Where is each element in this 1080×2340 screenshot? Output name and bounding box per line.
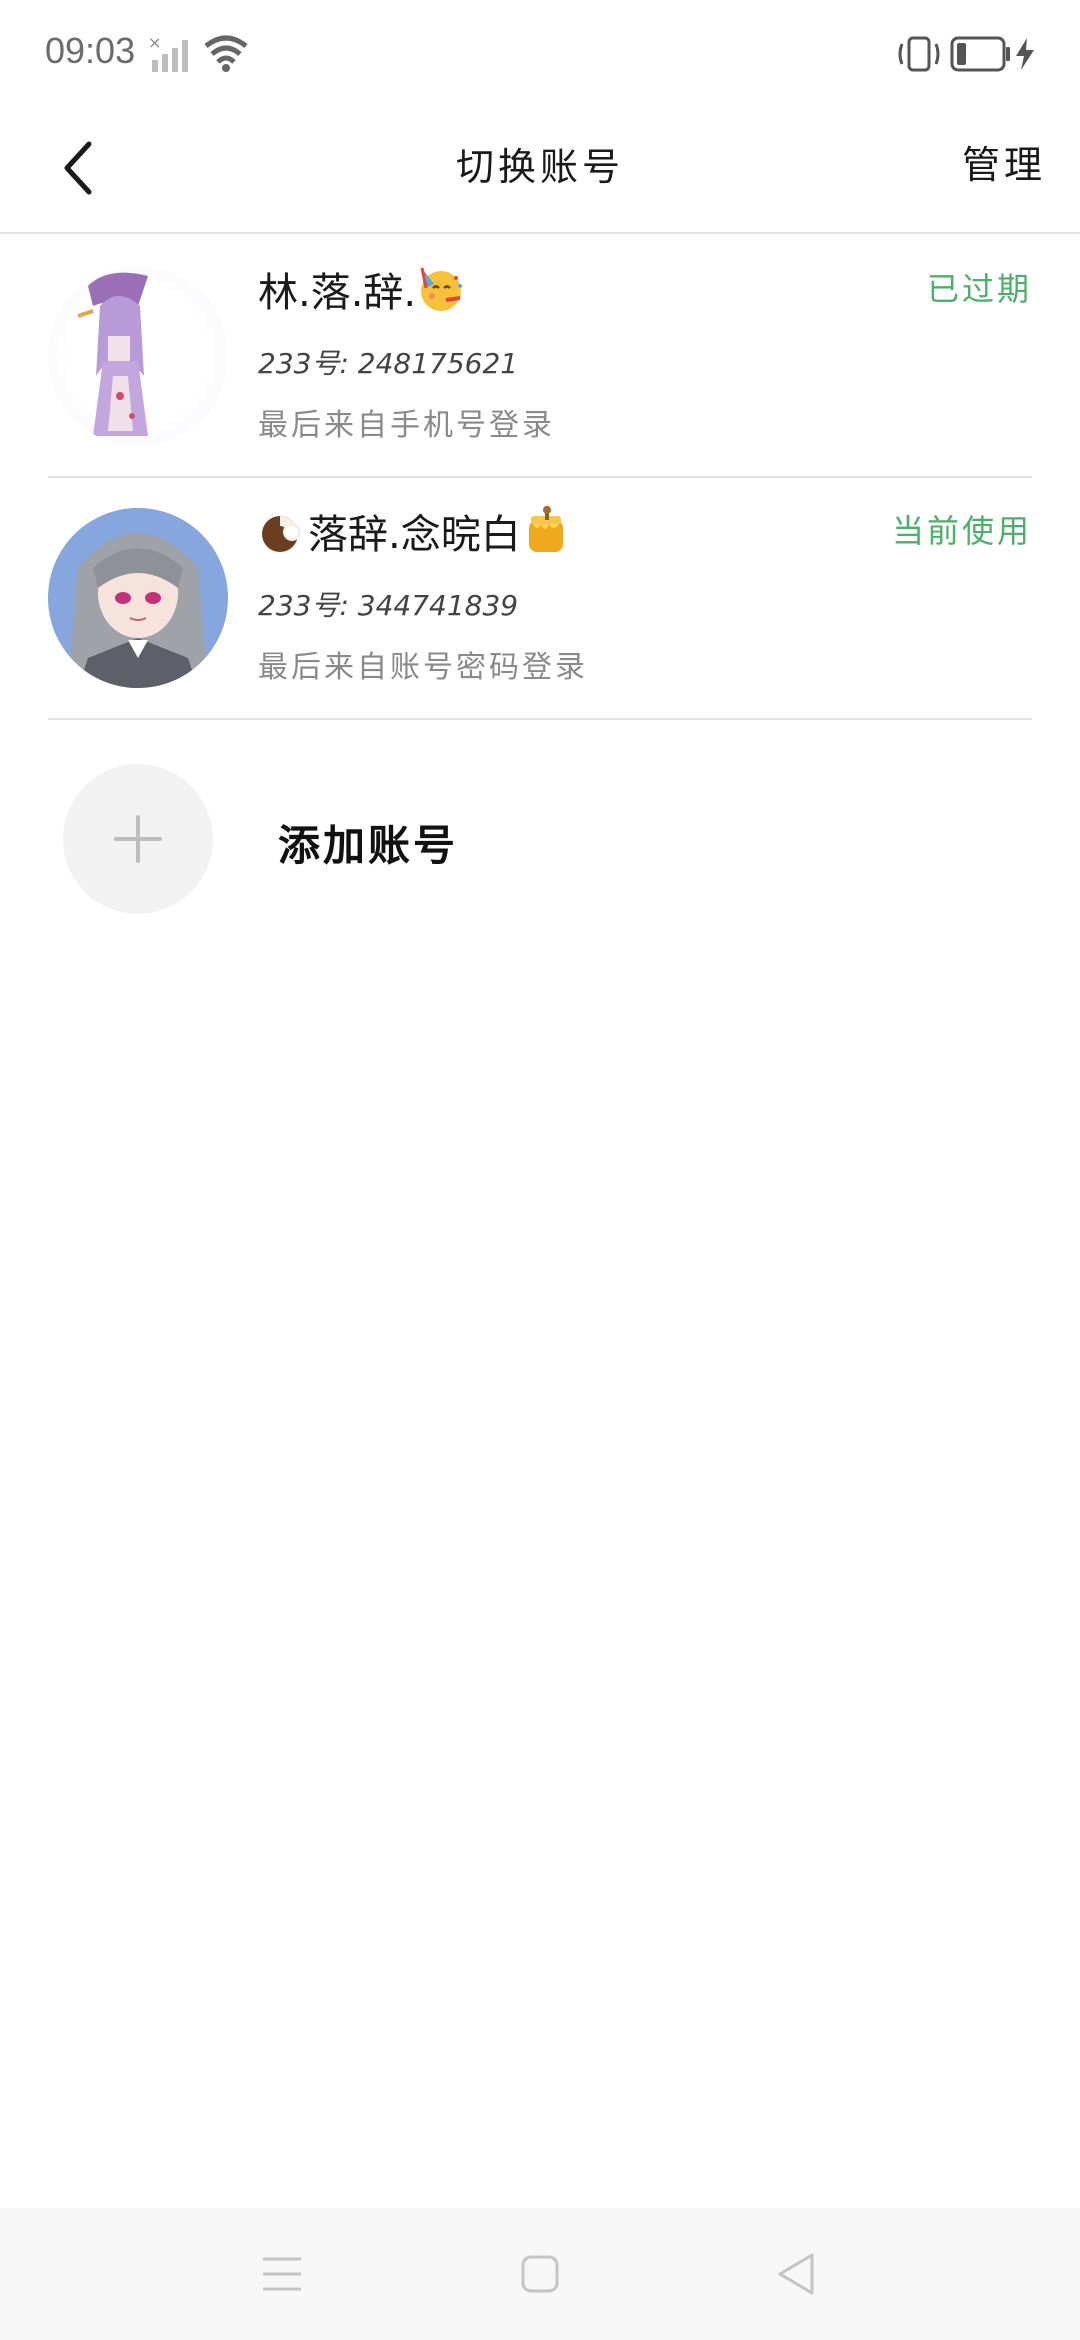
coconut-icon — [258, 506, 308, 556]
add-account-button[interactable]: 添加账号 — [63, 764, 663, 914]
account-id: 233号: 344741839 — [258, 589, 519, 622]
status-expired: 已过期 — [926, 270, 1032, 308]
signal-icon: × — [148, 33, 196, 78]
add-account-circle — [63, 764, 213, 914]
account-name: 林.落.辞. — [258, 260, 466, 318]
account-row[interactable]: 落辞.念晥白 233号: 344741839 最后来自账号密码登录 当前使用 — [48, 480, 1032, 720]
vibrate-icon — [896, 34, 942, 78]
wifi-icon — [202, 34, 250, 78]
menu-icon — [263, 2257, 301, 2291]
page-title: 切换账号 — [455, 145, 624, 189]
account-login-method: 最后来自手机号登录 — [258, 408, 555, 443]
account-login-method: 最后来自账号密码登录 — [258, 650, 588, 685]
svg-text:×: × — [148, 34, 161, 52]
add-account-label: 添加账号 — [278, 821, 459, 870]
menu-button[interactable] — [254, 2246, 310, 2302]
status-current: 当前使用 — [891, 512, 1032, 550]
account-name-text: 林.落.辞. — [258, 270, 417, 316]
back-nav-button[interactable] — [768, 2246, 824, 2302]
account-row[interactable]: 林.落.辞. 233号: 248175621 最后来自手机号登录 已过期 — [48, 238, 1032, 478]
app-header: 切换账号 管理 — [0, 108, 1080, 234]
avatar — [48, 266, 228, 446]
status-time: 09:03 — [45, 30, 136, 71]
home-icon — [521, 2255, 559, 2293]
charging-icon — [1014, 38, 1036, 74]
partying-face-icon — [416, 264, 466, 314]
manage-button[interactable]: 管理 — [962, 134, 1046, 189]
avatar — [48, 508, 228, 688]
account-name: 落辞.念晥白 — [258, 502, 571, 560]
honey-pot-icon — [521, 506, 571, 556]
plus-icon — [114, 815, 162, 863]
account-id: 233号: 248175621 — [258, 347, 519, 380]
back-triangle-icon — [778, 2253, 814, 2295]
home-button[interactable] — [512, 2246, 568, 2302]
status-bar: 09:03 × — [0, 0, 1080, 108]
account-name-text: 落辞.念晥白 — [308, 512, 521, 558]
battery-icon — [950, 36, 1012, 76]
system-nav-bar — [0, 2208, 1080, 2340]
